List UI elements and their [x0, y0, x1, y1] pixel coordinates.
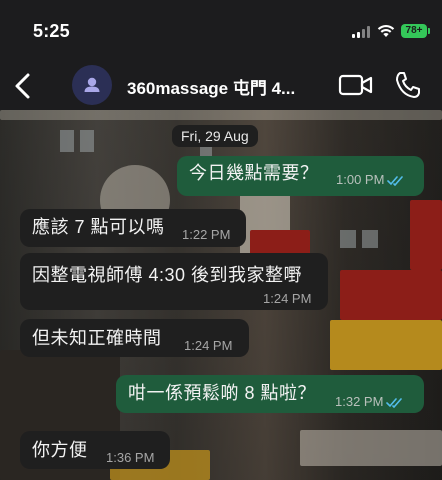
- message-time: 1:00 PM: [336, 172, 385, 187]
- contact-name[interactable]: 360massage 屯門 4...: [127, 74, 295, 99]
- video-call-icon[interactable]: [338, 70, 374, 100]
- message-text: 應該 7 點可以嗎: [32, 217, 165, 237]
- message-time: 1:24 PM: [263, 291, 312, 306]
- read-receipt-icon: [386, 397, 403, 408]
- message-bubble-incoming[interactable]: 應該 7 點可以嗎 1:22 PM: [20, 209, 246, 247]
- signal-bars-icon: [352, 26, 372, 38]
- message-bubble-incoming[interactable]: 你方便 1:36 PM: [20, 431, 170, 469]
- message-time: 1:24 PM: [184, 338, 233, 353]
- wifi-icon: [377, 25, 395, 37]
- message-text: 今日幾點需要？: [189, 163, 319, 183]
- message-bubble-incoming[interactable]: 但未知正確時間 1:24 PM: [20, 319, 249, 357]
- message-time: 1:32 PM: [335, 394, 384, 409]
- back-chevron-icon[interactable]: [10, 68, 42, 104]
- message-text: 因整電視師傅 4:30 後到我家整嘢: [32, 265, 303, 285]
- date-separator: Fri, 29 Aug: [172, 125, 258, 147]
- message-text: 咁一係預鬆啲 8 點啦？: [128, 383, 317, 403]
- person-avatar-icon: [84, 77, 100, 92]
- message-time: 1:22 PM: [182, 227, 231, 242]
- message-text: 你方便: [32, 440, 88, 460]
- chat-header: 360massage 屯門 4...: [0, 62, 442, 110]
- message-time: 1:36 PM: [106, 450, 155, 465]
- message-bubble-outgoing[interactable]: 今日幾點需要？ 1:00 PM: [177, 156, 424, 196]
- message-text: 但未知正確時間: [32, 328, 162, 348]
- message-bubble-outgoing[interactable]: 咁一係預鬆啲 8 點啦？ 1:32 PM: [116, 375, 424, 413]
- status-time: 5:25: [33, 21, 70, 41]
- read-receipt-icon: [387, 175, 404, 186]
- contact-avatar[interactable]: [72, 65, 112, 105]
- phone-icon[interactable]: [392, 68, 424, 102]
- status-bar: 5:25 78+: [0, 0, 442, 62]
- message-bubble-incoming[interactable]: 因整電視師傅 4:30 後到我家整嘢 1:24 PM: [20, 253, 328, 310]
- battery-icon: 78+: [401, 24, 430, 38]
